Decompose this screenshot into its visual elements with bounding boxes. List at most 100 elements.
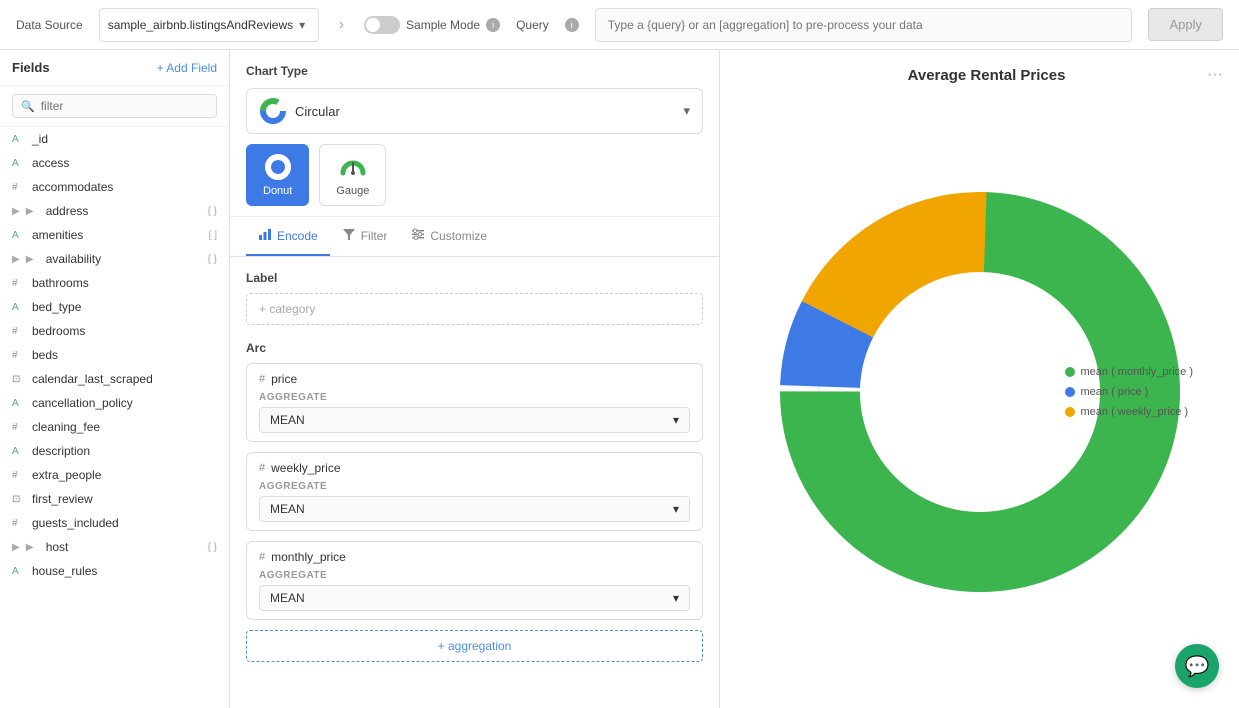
donut-hole (865, 277, 1095, 507)
field-item-amenities[interactable]: Aamenities[ ] (0, 223, 229, 247)
price-aggregate-label: AGGREGATE (259, 392, 690, 403)
field-type-icon: # (12, 422, 26, 433)
chart-content: mean ( monthly_price ) mean ( price ) me… (736, 92, 1223, 692)
monthly-price-field-header: # monthly_price (259, 550, 690, 564)
price-hash-icon: # (259, 373, 265, 385)
arc-field-monthly-price: # monthly_price AGGREGATE MEAN ▾ (246, 541, 703, 620)
label-drop-zone[interactable]: + category (246, 293, 703, 325)
field-badge: { } (208, 206, 217, 217)
field-item-guests_included[interactable]: #guests_included (0, 511, 229, 535)
datasource-label: Data Source (16, 18, 83, 32)
weekly-price-aggregate-label: AGGREGATE (259, 481, 690, 492)
legend-label: mean ( monthly_price ) (1081, 366, 1194, 378)
field-type-icon: ▶ (26, 206, 40, 217)
field-name-label: host (46, 540, 202, 554)
add-aggregation-button[interactable]: + aggregation (246, 630, 703, 662)
legend-item: mean ( weekly_price ) (1065, 406, 1194, 418)
field-item-bed_type[interactable]: Abed_type (0, 295, 229, 319)
field-item-accommodates[interactable]: # accommodates (0, 175, 229, 199)
price-aggregate-chevron-icon: ▾ (673, 413, 679, 427)
field-item-extra_people[interactable]: #extra_people (0, 463, 229, 487)
field-item-_id[interactable]: A _id (0, 127, 229, 151)
field-type-icon: A (12, 134, 26, 145)
weekly-price-field-name: weekly_price (271, 461, 340, 475)
legend-label: mean ( price ) (1081, 386, 1149, 398)
monthly-price-aggregate-label: AGGREGATE (259, 570, 690, 581)
chat-button[interactable]: 💬 (1175, 644, 1219, 688)
field-type-icon: # (12, 470, 26, 481)
chart-more-button[interactable]: ··· (1207, 66, 1223, 84)
arc-section-title: Arc (246, 341, 703, 355)
top-bar: Data Source sample_airbnb.listingsAndRev… (0, 0, 1239, 50)
field-item-access[interactable]: Aaccess (0, 151, 229, 175)
field-item-address[interactable]: ▶▶address{ } (0, 199, 229, 223)
field-item-beds[interactable]: #beds (0, 343, 229, 367)
gauge-label: Gauge (336, 185, 369, 197)
sidebar-title: Fields (12, 60, 50, 75)
chat-icon: 💬 (1185, 654, 1210, 679)
weekly-price-aggregate-chevron-icon: ▾ (673, 502, 679, 516)
apply-button[interactable]: Apply (1148, 8, 1223, 41)
field-item-host[interactable]: ▶▶host{ } (0, 535, 229, 559)
arc-field-weekly-price: # weekly_price AGGREGATE MEAN ▾ (246, 452, 703, 531)
weekly-price-aggregate-select[interactable]: MEAN ▾ (259, 496, 690, 522)
field-type-icon: ⊡ (12, 374, 26, 385)
field-type-icon: A (12, 398, 26, 409)
field-item-cancellation_policy[interactable]: Acancellation_policy (0, 391, 229, 415)
sample-mode-info-icon[interactable]: i (486, 18, 500, 32)
field-name-label: _id (32, 132, 217, 146)
field-name-label: first_review (32, 492, 217, 506)
customize-tab-label: Customize (430, 229, 487, 243)
encode-tabs: Encode Filter Customize (230, 217, 719, 257)
chart-area: Average Rental Prices ··· (720, 50, 1239, 708)
chart-type-title: Chart Type (246, 64, 703, 78)
search-input[interactable] (41, 99, 208, 113)
field-item-house_rules[interactable]: Ahouse_rules (0, 559, 229, 583)
tab-filter[interactable]: Filter (330, 217, 400, 256)
field-type-icon: # (12, 182, 26, 193)
field-item-first_review[interactable]: ⊡ first_review (0, 487, 229, 511)
field-type-icon: # (12, 326, 26, 337)
field-item-description[interactable]: Adescription (0, 439, 229, 463)
field-type-icon: A (12, 302, 26, 313)
sample-mode-wrap: Sample Mode i (364, 16, 500, 34)
donut-subtype-button[interactable]: Donut (246, 144, 309, 206)
field-type-icon: ⊡ (12, 494, 26, 505)
field-expand-icon: ▶ (12, 254, 20, 265)
gauge-subtype-button[interactable]: Gauge (319, 144, 386, 206)
price-field-name: price (271, 372, 297, 386)
weekly-price-aggregate-value: MEAN (270, 502, 305, 516)
monthly-price-aggregate-select[interactable]: MEAN ▾ (259, 585, 690, 611)
tab-encode[interactable]: Encode (246, 217, 330, 256)
legend-dot-icon (1065, 387, 1075, 397)
customize-tab-icon (411, 227, 425, 244)
field-name-label: accommodates (32, 180, 217, 194)
field-item-bedrooms[interactable]: #bedrooms (0, 319, 229, 343)
field-item-bathrooms[interactable]: #bathrooms (0, 271, 229, 295)
legend-item: mean ( monthly_price ) (1065, 366, 1194, 378)
query-input[interactable] (595, 8, 1133, 42)
price-field-header: # price (259, 372, 690, 386)
gauge-icon (339, 153, 367, 181)
tab-customize[interactable]: Customize (399, 217, 499, 256)
encode-tab-label: Encode (277, 229, 318, 243)
field-item-availability[interactable]: ▶▶availability{ } (0, 247, 229, 271)
chart-type-chevron-icon: ▾ (683, 103, 690, 119)
sidebar: Fields + Add Field 🔍 A _id Aaccess # accommo… (0, 50, 230, 708)
field-name-label: availability (46, 252, 202, 266)
field-item-calendar_last_scraped[interactable]: ⊡calendar_last_scraped (0, 367, 229, 391)
field-type-icon: A (12, 566, 26, 577)
price-aggregate-select[interactable]: MEAN ▾ (259, 407, 690, 433)
add-field-button[interactable]: + Add Field (157, 61, 217, 75)
sample-mode-toggle[interactable] (364, 16, 400, 34)
query-info-icon[interactable]: i (565, 18, 579, 32)
field-type-icon: ▶ (26, 542, 40, 553)
chart-legend: mean ( monthly_price ) mean ( price ) me… (1065, 366, 1194, 418)
chart-subtype-row: Donut Gauge (246, 144, 703, 206)
field-item-cleaning_fee[interactable]: #cleaning_fee (0, 415, 229, 439)
datasource-select[interactable]: sample_airbnb.listingsAndReviews ▾ (99, 8, 319, 42)
search-wrap: 🔍 (0, 86, 229, 127)
field-name-label: guests_included (32, 516, 217, 530)
chart-type-select[interactable]: Circular ▾ (246, 88, 703, 134)
field-name-label: description (32, 444, 217, 458)
